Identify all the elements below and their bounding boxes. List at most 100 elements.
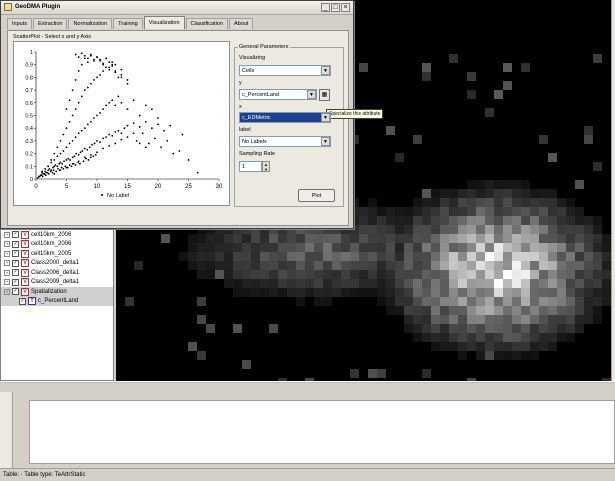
x-select[interactable]: c_EDMetric ▼ [239,112,331,123]
scatter-point [86,57,89,60]
tab-visualization[interactable]: Visualization [143,16,185,29]
tab-classification[interactable]: Classification [185,18,228,29]
scatter-point [114,70,117,72]
raster-cell [377,225,386,234]
minimize-button[interactable]: _ [321,3,330,12]
layer-visibility-checkbox[interactable]: ✓ [12,278,19,286]
tab-extraction[interactable]: Extraction [32,18,68,29]
expand-icon[interactable]: + [4,269,10,276]
layer-item[interactable]: + ✓ V Spatialization [1,287,113,297]
layer-item[interactable]: + ✓ Vcell10km_2005 [1,249,113,259]
raster-cell [197,261,206,270]
x-tick-label: 20 [155,184,162,190]
chevron-down-icon[interactable]: ▼ [321,66,330,75]
raster-cell [341,288,350,297]
raster-cell [296,288,305,297]
raster-cell [413,234,422,243]
raster-cell [341,261,350,270]
layer-item[interactable]: + ✓ Vcell10km_2006 [1,240,113,250]
raster-cell [323,297,332,306]
raster-cell [296,243,305,252]
layer-item[interactable]: + ✓ V Class2006_delta1 [1,268,113,278]
legend-marker [101,194,103,196]
raster-cell [458,243,467,252]
raster-cell [368,207,377,216]
raster-cell [593,252,602,261]
scatter-point [126,82,129,85]
scatter-point [147,142,150,145]
scatter-point [50,161,53,164]
raster-cell [350,369,359,378]
raster-cell [503,252,512,261]
raster-cell [521,306,530,315]
specialize-button[interactable]: ▦ [319,89,330,101]
raster-cell [278,279,287,288]
raster-cell [503,333,512,342]
raster-cell [260,252,269,261]
layer-visibility-checkbox[interactable]: ✓ [12,288,19,296]
map-scrollbar[interactable] [611,0,615,381]
chevron-down-icon[interactable]: ▼ [321,113,330,122]
tab-training[interactable]: Training [113,18,143,29]
plot-button[interactable]: Plot [298,189,335,202]
maximize-button[interactable]: □ [331,3,340,12]
expand-icon[interactable]: + [4,288,10,295]
sampling-rate-spinner[interactable]: ▲ ▼ [262,161,270,172]
close-button[interactable]: × [341,3,350,12]
layer-item[interactable]: + ✓ Vcell10km_2006 [1,230,113,240]
raster-cell [467,297,476,306]
raster-cell [341,279,350,288]
layer-visibility-checkbox[interactable]: ✓ [12,269,19,277]
tab-about[interactable]: About [228,18,254,29]
layer-visibility-checkbox[interactable]: ✓ [19,297,26,305]
raster-cell [476,216,485,225]
raster-cell [485,333,494,342]
raster-cell [449,207,458,216]
raster-cell [566,216,575,225]
dialog-titlebar[interactable]: GeoDMA Plugin _ □ × [1,1,353,15]
layer-item[interactable]: ✓ Tc_PercentLand [1,296,113,306]
expand-icon[interactable]: + [4,250,10,257]
raster-cell [332,234,341,243]
raster-cell [224,243,233,252]
label-select[interactable]: No Labels ▼ [239,136,331,147]
raster-cell [476,315,485,324]
layer-visibility-checkbox[interactable]: ✓ [12,259,19,267]
expand-icon[interactable] [13,299,17,303]
table-view[interactable] [29,400,615,464]
raster-cell [593,234,602,243]
y-select[interactable]: c_PercentLand ▼ [239,89,317,100]
expand-icon[interactable]: + [4,231,10,238]
tab-inputs[interactable]: Inputs [7,18,32,29]
tab-normalization[interactable]: Normalization [68,18,113,29]
scatter-point [108,133,111,136]
specialize-tooltip: Specialize this attribute [326,109,384,119]
chevron-down-icon[interactable]: ▼ [307,90,316,99]
visualizing-select[interactable]: Cells ▼ [239,65,331,76]
raster-cell [485,234,494,243]
raster-cell [575,252,584,261]
sampling-rate-input[interactable]: 1 [239,161,262,172]
raster-cell [404,261,413,270]
layer-visibility-checkbox[interactable]: ✓ [12,240,19,248]
expand-icon[interactable]: + [4,241,10,248]
x-tick-label: 30 [216,184,223,190]
raster-cell [539,333,548,342]
raster-cell [350,261,359,270]
layer-visibility-checkbox[interactable]: ✓ [12,250,19,258]
scatter-point [144,104,147,107]
expand-icon[interactable]: + [4,260,10,267]
chevron-down-icon[interactable]: ▼ [321,137,330,146]
layer-item[interactable]: + ✓ V Class2000_delta1 [1,259,113,269]
raster-cell [584,135,593,144]
raster-cell [440,279,449,288]
view-icon: V [21,268,29,277]
raster-cell [386,234,395,243]
raster-cell [323,252,332,261]
expand-icon[interactable]: + [4,279,10,286]
scatter-point [163,129,166,132]
raster-cell [512,189,521,198]
layer-item[interactable]: + ✓ V Class2009_delta1 [1,278,113,288]
layer-visibility-checkbox[interactable]: ✓ [12,231,19,239]
scatter-point [79,162,81,165]
